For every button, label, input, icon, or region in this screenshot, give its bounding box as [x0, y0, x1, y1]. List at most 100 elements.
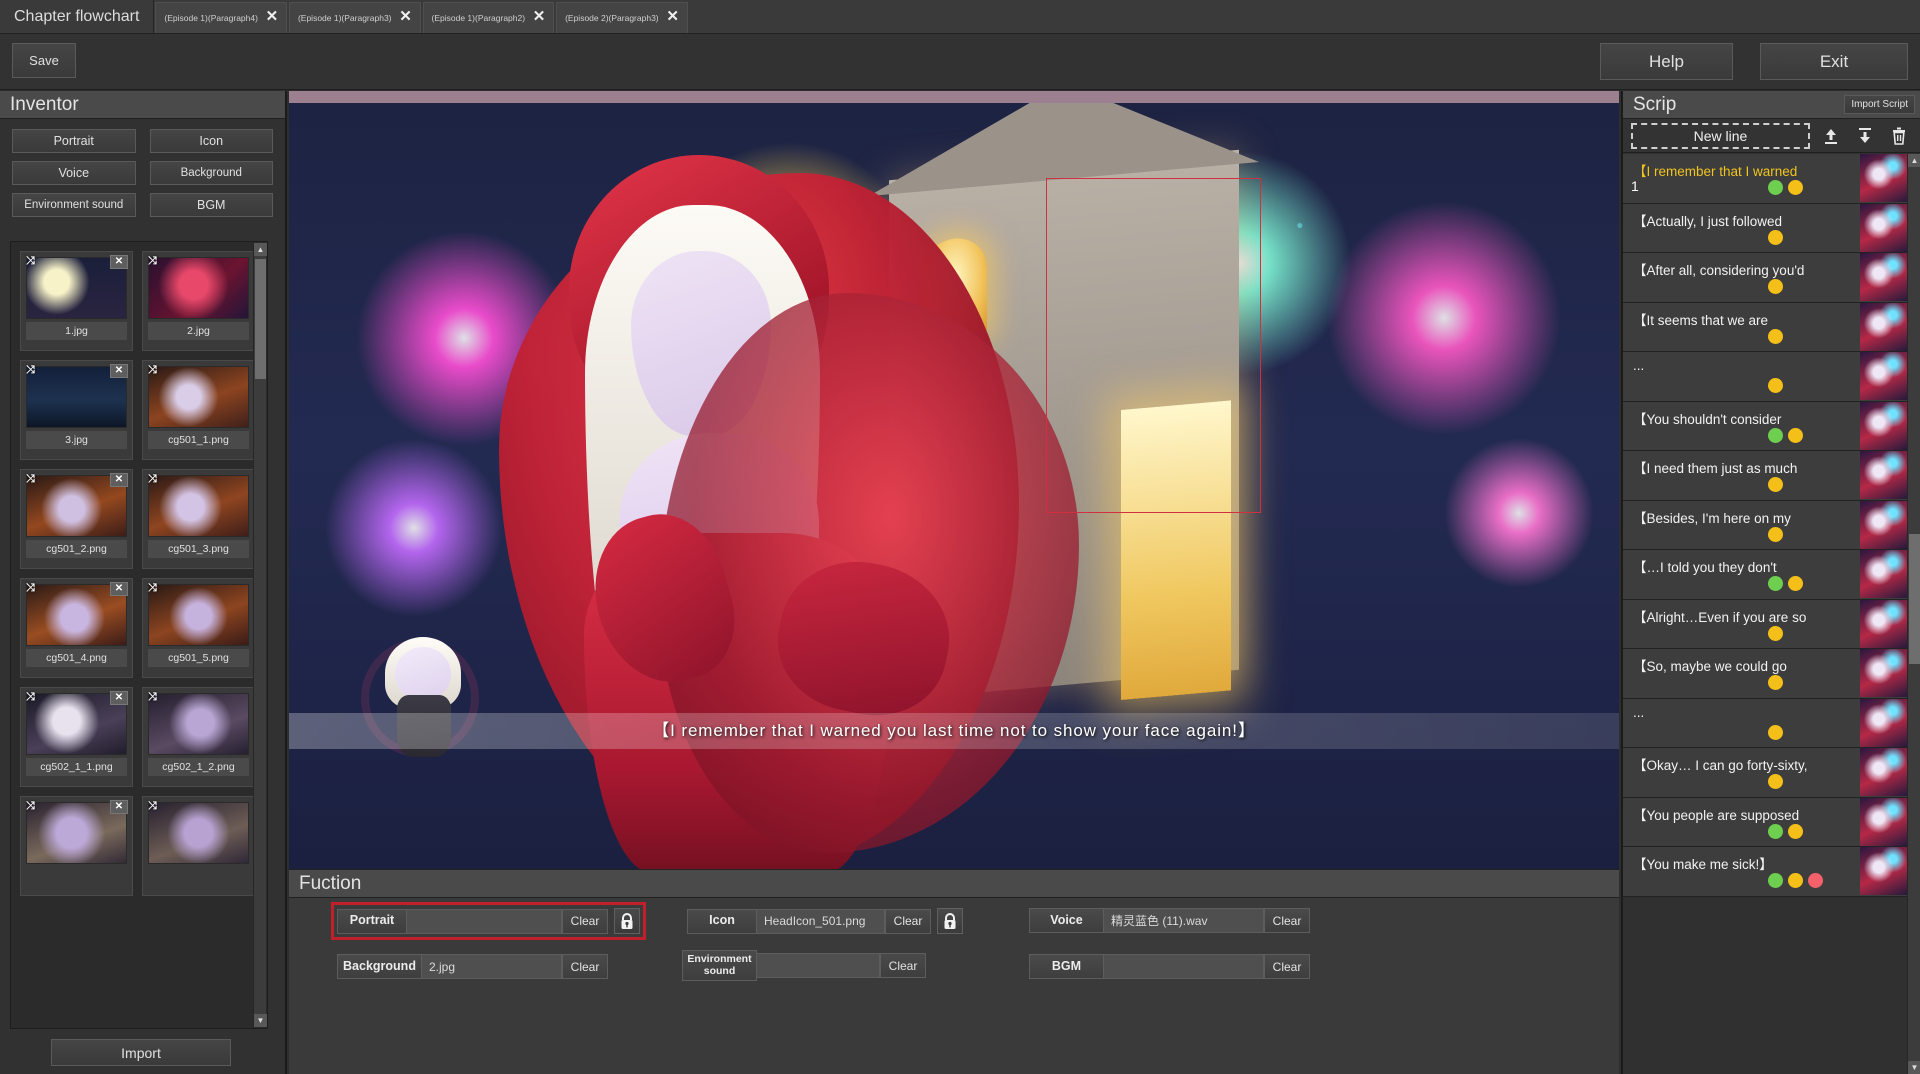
script-line-thumbnail[interactable]: [1860, 699, 1907, 747]
close-icon[interactable]: ✕: [110, 582, 128, 596]
preview-stage[interactable]: 【I remember that I warned you last time …: [289, 103, 1619, 869]
script-scroll-up-icon[interactable]: ▲: [1908, 154, 1920, 167]
script-line-thumbnail[interactable]: [1860, 204, 1907, 252]
help-button[interactable]: Help: [1600, 43, 1733, 80]
field-value[interactable]: 2.jpg: [422, 954, 562, 979]
status-dot-yellow[interactable]: [1768, 774, 1783, 789]
status-dot-green[interactable]: [1768, 576, 1783, 591]
field-label-button[interactable]: Background: [337, 954, 422, 979]
clear-button[interactable]: Clear: [1264, 908, 1310, 933]
asset-thumbnail[interactable]: ⤨✕cg501_4.png: [20, 578, 133, 678]
status-dot-yellow[interactable]: [1788, 873, 1803, 888]
field-value[interactable]: [1104, 954, 1264, 979]
script-line-row[interactable]: 【You people are supposed: [1623, 798, 1907, 848]
delete-icon[interactable]: [1886, 123, 1912, 149]
script-line-row[interactable]: 【…I told you they don't: [1623, 550, 1907, 600]
script-line-thumbnail[interactable]: [1860, 451, 1907, 499]
tab-1[interactable]: (Episode 1)(Paragraph3)✕: [289, 2, 421, 33]
script-scroll-handle[interactable]: [1909, 534, 1920, 664]
asset-thumbnail[interactable]: ⤨cg501_5.png: [142, 578, 255, 678]
script-line-row[interactable]: 【I need them just as much: [1623, 451, 1907, 501]
status-dot-green[interactable]: [1768, 180, 1783, 195]
close-icon[interactable]: ✕: [531, 10, 547, 26]
category-button-voice[interactable]: Voice: [12, 161, 136, 185]
script-line-row[interactable]: 【You make me sick!】: [1623, 847, 1907, 897]
close-icon[interactable]: ✕: [110, 691, 128, 705]
script-line-thumbnail[interactable]: [1860, 798, 1907, 846]
script-line-thumbnail[interactable]: [1860, 550, 1907, 598]
drag-handle-icon[interactable]: ⤨: [26, 691, 33, 704]
status-dot-green[interactable]: [1768, 873, 1783, 888]
scroll-down-icon[interactable]: ▼: [254, 1014, 267, 1027]
script-line-row[interactable]: 【Okay… I can go forty-sixty,: [1623, 748, 1907, 798]
close-icon[interactable]: ✕: [398, 10, 414, 26]
exit-button[interactable]: Exit: [1760, 43, 1908, 80]
asset-thumbnail[interactable]: ⤨✕: [20, 796, 133, 896]
asset-thumbnail[interactable]: ⤨✕3.jpg: [20, 360, 133, 460]
field-value[interactable]: 精灵蓝色 (11).wav: [1104, 908, 1264, 933]
status-dot-yellow[interactable]: [1768, 329, 1783, 344]
status-dot-green[interactable]: [1768, 824, 1783, 839]
field-value[interactable]: HeadIcon_501.png: [757, 909, 885, 934]
status-dot-yellow[interactable]: [1768, 279, 1783, 294]
script-line-thumbnail[interactable]: [1860, 600, 1907, 648]
asset-thumbnail[interactable]: ⤨cg501_1.png: [142, 360, 255, 460]
import-script-button[interactable]: Import Script: [1844, 95, 1915, 114]
clear-button[interactable]: Clear: [880, 953, 926, 978]
status-dot-yellow[interactable]: [1768, 725, 1783, 740]
inventory-scroll-handle[interactable]: [255, 259, 266, 379]
inventory-scrollbar[interactable]: ▲ ▼: [253, 243, 266, 1027]
new-line-button[interactable]: New line: [1631, 123, 1810, 149]
status-dot-red[interactable]: [1808, 873, 1823, 888]
script-line-row[interactable]: 【Actually, I just followed: [1623, 204, 1907, 254]
scroll-up-icon[interactable]: ▲: [254, 243, 267, 256]
tab-0[interactable]: (Episode 1)(Paragraph4)✕: [155, 2, 287, 33]
drag-handle-icon[interactable]: ⤨: [148, 582, 155, 595]
lock-icon[interactable]: [937, 908, 963, 934]
status-dot-yellow[interactable]: [1768, 675, 1783, 690]
drag-handle-icon[interactable]: ⤨: [26, 473, 33, 486]
drag-handle-icon[interactable]: ⤨: [148, 364, 155, 377]
status-dot-yellow[interactable]: [1768, 527, 1783, 542]
script-line-row[interactable]: 【After all, considering you'd: [1623, 253, 1907, 303]
script-line-thumbnail[interactable]: [1860, 154, 1907, 202]
category-button-bgm[interactable]: BGM: [150, 193, 274, 217]
asset-thumbnail[interactable]: ⤨cg502_1_2.png: [142, 687, 255, 787]
script-line-row[interactable]: 【Alright…Even if you are so: [1623, 600, 1907, 650]
close-icon[interactable]: ✕: [264, 10, 280, 26]
field-value[interactable]: [407, 909, 562, 934]
field-label-button[interactable]: Environmentsound: [682, 950, 757, 981]
script-line-thumbnail[interactable]: [1860, 402, 1907, 450]
save-button[interactable]: Save: [12, 43, 76, 78]
script-line-row[interactable]: 【You shouldn't consider: [1623, 402, 1907, 452]
tab-3[interactable]: (Episode 2)(Paragraph3)✕: [556, 2, 688, 33]
status-dot-yellow[interactable]: [1768, 230, 1783, 245]
status-dot-yellow[interactable]: [1788, 180, 1803, 195]
field-value[interactable]: [757, 953, 880, 978]
status-dot-yellow[interactable]: [1768, 477, 1783, 492]
status-dot-yellow[interactable]: [1788, 576, 1803, 591]
category-button-background[interactable]: Background: [150, 161, 274, 185]
asset-thumbnail[interactable]: ⤨cg501_3.png: [142, 469, 255, 569]
field-label-button[interactable]: Portrait: [337, 909, 407, 934]
asset-thumbnail[interactable]: ⤨✕1.jpg: [20, 251, 133, 351]
script-line-row[interactable]: 【Besides, I'm here on my: [1623, 501, 1907, 551]
drag-handle-icon[interactable]: ⤨: [26, 800, 33, 813]
drag-handle-icon[interactable]: ⤨: [148, 800, 155, 813]
tab-2[interactable]: (Episode 1)(Paragraph2)✕: [423, 2, 555, 33]
status-dot-yellow[interactable]: [1768, 626, 1783, 641]
close-icon[interactable]: ✕: [665, 10, 681, 26]
category-button-portrait[interactable]: Portrait: [12, 129, 136, 153]
script-line-thumbnail[interactable]: [1860, 649, 1907, 697]
drag-handle-icon[interactable]: ⤨: [26, 255, 33, 268]
move-down-icon[interactable]: [1852, 123, 1878, 149]
script-line-list[interactable]: 【I remember that I warned1【Actually, I j…: [1623, 154, 1907, 1074]
close-icon[interactable]: ✕: [110, 800, 128, 814]
lock-icon[interactable]: [614, 908, 640, 934]
clear-button[interactable]: Clear: [562, 954, 608, 979]
close-icon[interactable]: ✕: [110, 364, 128, 378]
drag-handle-icon[interactable]: ⤨: [148, 691, 155, 704]
script-scrollbar[interactable]: ▲ ▼: [1907, 154, 1920, 1074]
script-line-row[interactable]: 【It seems that we are: [1623, 303, 1907, 353]
script-line-row[interactable]: ...: [1623, 699, 1907, 749]
